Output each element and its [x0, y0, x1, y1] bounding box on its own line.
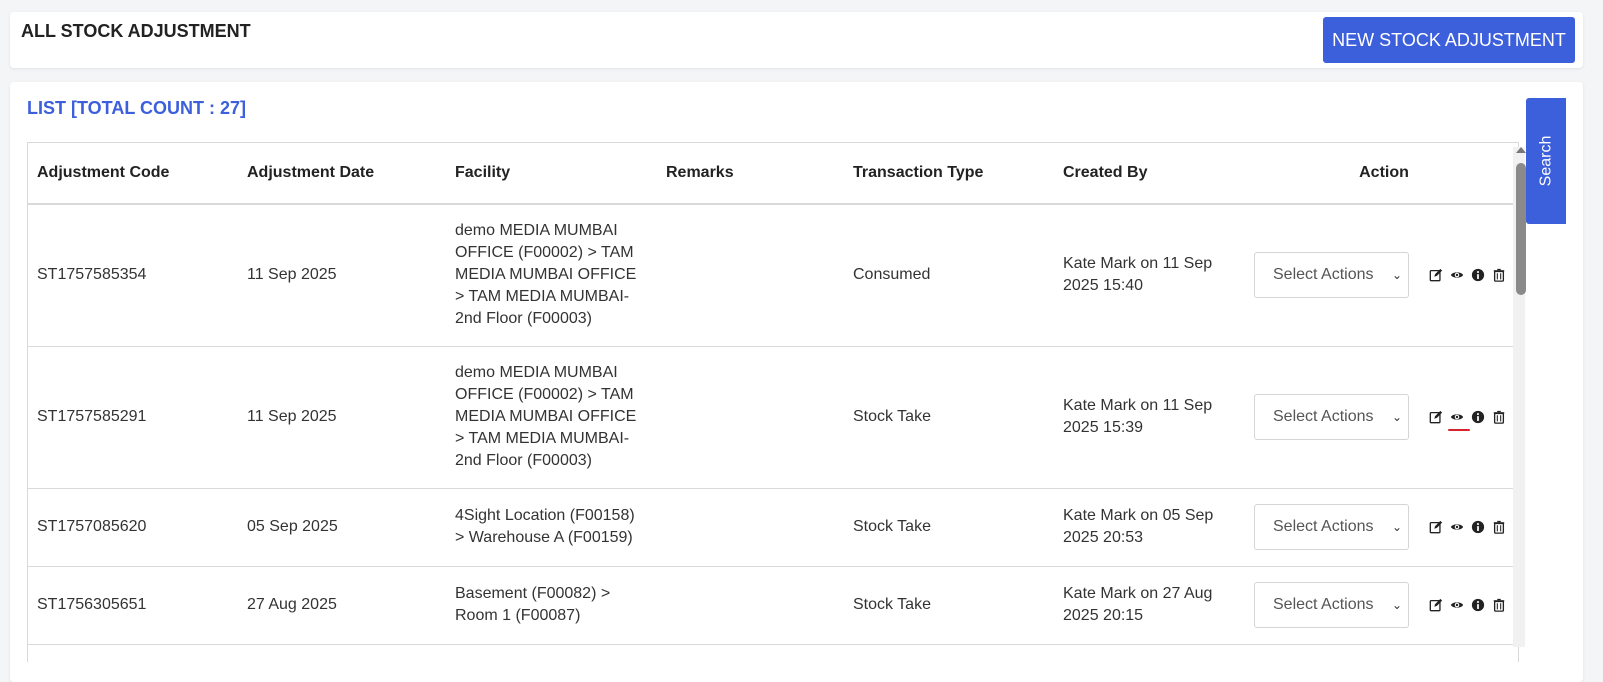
created-by-cell: Kate Mark on 05 Sep 2025 20:53 — [1054, 488, 1248, 567]
action-cell: Select Actions ⌄ — [1248, 346, 1518, 489]
info-icon[interactable] — [1471, 520, 1485, 534]
search-side-tab[interactable]: Search — [1526, 98, 1566, 224]
select-actions-dropdown[interactable]: Select Actions ⌄ — [1254, 582, 1409, 628]
column-header[interactable]: Remarks — [657, 143, 844, 205]
select-actions-dropdown[interactable]: Select Actions ⌄ — [1254, 504, 1409, 550]
edit-icon[interactable] — [1429, 410, 1443, 424]
edit-icon[interactable] — [1429, 268, 1443, 282]
column-header[interactable]: Created By — [1054, 143, 1248, 205]
info-icon[interactable] — [1471, 268, 1485, 282]
action-cell: Select Actions ⌄ — [1248, 566, 1518, 645]
facility-cell: demo MEDIA MUMBAI OFFICE (F00002) > TAM … — [446, 204, 657, 347]
transaction-type-cell: Stock Take — [844, 488, 1054, 567]
list-card: LIST [TOTAL COUNT : 27] Adjustment Code … — [10, 82, 1583, 682]
scrollbar-thumb[interactable] — [1516, 163, 1526, 295]
trash-icon[interactable] — [1492, 268, 1506, 283]
chevron-down-icon: ⌄ — [1391, 268, 1402, 283]
new-stock-adjustment-button[interactable]: NEW STOCK ADJUSTMENT — [1323, 17, 1575, 63]
eye-icon[interactable] — [1450, 520, 1464, 534]
adjustment-code-cell: ST1757085620 — [28, 488, 238, 567]
column-header[interactable]: Adjustment Date — [238, 143, 446, 205]
adjustment-date-cell: 27 Aug 2025 — [238, 566, 446, 645]
column-header: Action — [1248, 143, 1518, 205]
remarks-cell — [657, 566, 844, 645]
header-card: ALL STOCK ADJUSTMENT NEW STOCK ADJUSTMEN… — [10, 12, 1583, 68]
transaction-type-cell: Stock Take — [844, 346, 1054, 489]
table-row: ST1756305651 27 Aug 2025 Basement (F00082)… — [28, 566, 1518, 645]
table-row: ST1757085620 05 Sep 2025 4Sight Location (… — [28, 488, 1518, 567]
facility-cell: demo MEDIA MUMBAI OFFICE (F00002) > TAM … — [446, 346, 657, 489]
select-actions-label: Select Actions — [1273, 266, 1374, 284]
chevron-down-icon: ⌄ — [1391, 410, 1402, 424]
adjustment-date-cell: 11 Sep 2025 — [238, 204, 446, 347]
transaction-type-cell: Stock Take — [844, 566, 1054, 645]
remarks-cell — [657, 488, 844, 567]
scroll-up-arrow-icon[interactable] — [1516, 147, 1526, 153]
transaction-type-cell: Consumed — [844, 204, 1054, 347]
table-header-row: Adjustment Code Adjustment Date Facility… — [28, 143, 1518, 205]
chevron-down-icon: ⌄ — [1391, 598, 1402, 612]
column-header[interactable]: Adjustment Code — [28, 143, 238, 205]
select-actions-label: Select Actions — [1273, 518, 1374, 535]
page-title: ALL STOCK ADJUSTMENT — [21, 21, 251, 41]
adjustment-code-cell: ST1756305651 — [28, 566, 238, 645]
select-actions-dropdown[interactable]: Select Actions ⌄ — [1254, 394, 1409, 440]
created-by-cell: Kate Mark on 11 Sep 2025 15:40 — [1054, 204, 1248, 347]
info-icon[interactable] — [1471, 410, 1485, 424]
info-icon[interactable] — [1471, 598, 1485, 612]
remarks-cell — [657, 204, 844, 347]
trash-icon[interactable] — [1492, 410, 1506, 424]
table-row: ST1757585354 11 Sep 2025 demo MEDIA MUMBAI… — [28, 204, 1518, 347]
select-actions-dropdown[interactable]: Select Actions ⌄ — [1254, 252, 1409, 299]
adjustment-date-cell: 05 Sep 2025 — [238, 488, 446, 567]
eye-icon[interactable] — [1450, 268, 1464, 282]
chevron-down-icon: ⌄ — [1391, 520, 1402, 534]
facility-cell: 4Sight Location (F00158) > Warehouse A (… — [446, 488, 657, 567]
adjustment-code-cell: ST1757585354 — [28, 204, 238, 347]
created-by-cell: Kate Mark on 11 Sep 2025 15:39 — [1054, 346, 1248, 489]
highlight-underline — [1448, 429, 1470, 431]
adjustment-date-cell: 11 Sep 2025 — [238, 346, 446, 489]
table-row: ST1757585291 11 Sep 2025 demo MEDIA MUMBAI… — [28, 346, 1518, 489]
adjustment-table: Adjustment Code Adjustment Date Facility… — [27, 142, 1519, 662]
remarks-cell — [657, 346, 844, 489]
select-actions-label: Select Actions — [1273, 596, 1374, 613]
action-cell: Select Actions ⌄ — [1248, 488, 1518, 567]
select-actions-label: Select Actions — [1273, 408, 1374, 425]
column-header[interactable]: Transaction Type — [844, 143, 1054, 205]
edit-icon[interactable] — [1429, 598, 1443, 612]
list-title: LIST [TOTAL COUNT : 27] — [27, 98, 246, 118]
facility-cell: Basement (F00082) > Room 1 (F00087) — [446, 566, 657, 645]
eye-icon[interactable] — [1448, 410, 1470, 431]
action-cell: Select Actions ⌄ — [1248, 204, 1518, 347]
trash-icon[interactable] — [1492, 598, 1506, 612]
trash-icon[interactable] — [1492, 520, 1506, 534]
eye-icon[interactable] — [1450, 598, 1464, 612]
adjustment-code-cell: ST1757585291 — [28, 346, 238, 489]
search-tab-label: Search — [1537, 135, 1555, 187]
created-by-cell: Kate Mark on 27 Aug 2025 20:15 — [1054, 566, 1248, 645]
column-header[interactable]: Facility — [446, 143, 657, 205]
edit-icon[interactable] — [1429, 520, 1443, 534]
